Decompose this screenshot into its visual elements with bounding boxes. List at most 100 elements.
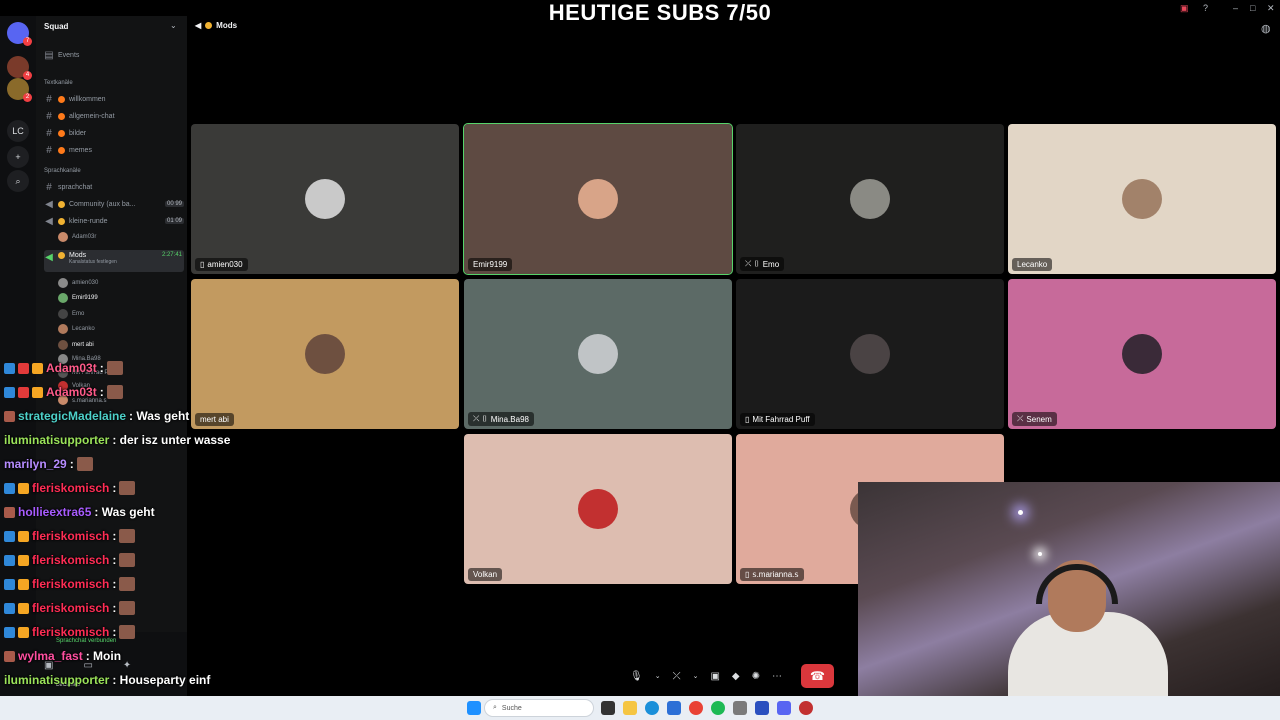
call-timer: 2:27:41	[161, 252, 182, 258]
channel-memes[interactable]: # memes	[44, 143, 184, 157]
voice-member[interactable]: amien030	[58, 277, 98, 289]
server-icon[interactable]: +	[7, 146, 29, 168]
voice-member[interactable]: Adam03r	[58, 231, 96, 243]
taskbar: ⌕ Suche	[0, 696, 1280, 720]
chat-text: :	[99, 361, 104, 375]
voice-channel[interactable]: ◀ Community (aux ba... 00 99	[44, 197, 184, 211]
inbox-icon[interactable]: ▣	[1180, 3, 1189, 14]
chat-icon[interactable]: ◍	[1261, 22, 1271, 35]
voice-member[interactable]: Lecanko	[58, 323, 95, 335]
avatar	[58, 309, 68, 319]
chat-message: fleriskomisch:	[4, 478, 136, 498]
taskbar-search[interactable]: ⌕ Suche	[484, 699, 594, 717]
participant-tile[interactable]: ⤫ ▯ Mina.Ba98	[464, 279, 732, 429]
participant-tile[interactable]: mert abi	[191, 279, 459, 429]
vpn-icon[interactable]	[755, 701, 769, 715]
chat-emote-icon	[119, 625, 136, 639]
more-icon[interactable]: ⋯	[772, 671, 782, 682]
chat-username: Adam03t	[46, 361, 97, 375]
server-icon[interactable]: 2	[7, 78, 32, 102]
server-icon[interactable]: LC	[7, 120, 29, 142]
chat-badge-icon	[18, 602, 29, 614]
participant-name: Mina.Ba98	[490, 414, 529, 424]
discord-icon[interactable]	[777, 701, 791, 715]
mention-badge: 4	[23, 71, 32, 80]
server-icon[interactable]: 7	[7, 22, 32, 46]
microphone-icon[interactable]: 🎙	[630, 671, 643, 682]
channel-mods[interactable]: ◀ Mods Kanalstatus festlegen 2:27:41	[44, 250, 184, 272]
avatar	[58, 278, 68, 288]
participant-avatar	[578, 334, 618, 374]
explorer-icon[interactable]	[623, 701, 637, 715]
activity-icon[interactable]: ◆	[732, 671, 740, 682]
participant-tile[interactable]: ▯ Mit Fahrrad Puff	[736, 279, 1004, 429]
edge-icon[interactable]	[645, 701, 659, 715]
screen-share-icon[interactable]: ▣	[710, 671, 719, 682]
hash-icon: #	[46, 181, 52, 193]
chat-text: :	[69, 457, 74, 471]
chrome-icon[interactable]	[689, 701, 703, 715]
participant-avatar	[305, 179, 345, 219]
obs-icon[interactable]	[799, 701, 813, 715]
participant-name-tag: ⤫ ▯ Emo	[740, 257, 785, 271]
chat-text: :	[112, 625, 117, 639]
camera-off-icon[interactable]: ⤫	[673, 671, 681, 682]
events-link[interactable]: ▤ Events	[44, 48, 184, 62]
maximize-icon[interactable]: □	[1250, 3, 1255, 13]
participant-name: amien030	[207, 260, 243, 269]
avatar	[58, 232, 68, 242]
task-view-icon[interactable]	[601, 701, 615, 715]
close-icon[interactable]: ✕	[1267, 3, 1275, 14]
mention-badge: 7	[23, 37, 32, 46]
participant-name-tag: ▯ ꜱ.marianna.ꜱ	[740, 568, 804, 581]
chat-text: :	[112, 577, 117, 591]
voice-category[interactable]: Sprachkanäle	[44, 168, 81, 174]
chat-badge-icon	[4, 362, 15, 374]
chevron-down-icon[interactable]: ⌄	[655, 672, 661, 680]
participant-tile[interactable]: Volkan	[464, 434, 732, 584]
channel-emoji	[58, 146, 65, 154]
help-icon[interactable]: ?	[1203, 3, 1208, 13]
channel-allgemein-chat[interactable]: # allgemein-chat	[44, 109, 184, 123]
server-name[interactable]: Squad	[44, 22, 68, 31]
server-icon[interactable]: ⌕	[7, 170, 29, 192]
text-category[interactable]: Textkanäle	[44, 80, 73, 86]
chat-badge-icon	[32, 386, 43, 398]
chat-badge-icon	[4, 410, 15, 422]
chevron-down-icon[interactable]: ⌄	[693, 672, 699, 680]
chat-username: fleriskomisch	[32, 625, 110, 639]
minimize-icon[interactable]: –	[1233, 3, 1238, 13]
soundboard-icon[interactable]: ✺	[752, 671, 760, 682]
voice-member[interactable]: Emo	[58, 308, 84, 320]
participant-name-tag: Emir9199	[468, 258, 513, 271]
windows-start-icon[interactable]	[467, 701, 481, 715]
chevron-down-icon[interactable]: ⌄	[170, 21, 177, 30]
member-name: Adam03r	[72, 234, 97, 240]
participant-tile[interactable]: Emir9199	[463, 123, 733, 275]
channel-willkommen[interactable]: # willkommen	[44, 92, 184, 106]
participant-tile[interactable]: Lecanko	[1008, 124, 1276, 274]
channel-bilder[interactable]: # bilder	[44, 126, 184, 140]
app-icon[interactable]	[733, 701, 747, 715]
participant-tile[interactable]: ⤫ Senem	[1008, 279, 1276, 429]
participant-tile[interactable]: ▯ amien030	[191, 124, 459, 274]
chat-text: :	[112, 601, 117, 615]
channel-emoji	[58, 129, 65, 137]
store-icon[interactable]	[667, 701, 681, 715]
chat-username: Adam03t	[46, 385, 97, 399]
voice-member[interactable]: mert abi	[58, 339, 94, 351]
chat-badge-icon	[4, 602, 15, 614]
server-rail: 7 4 2 LC + ⌕	[0, 16, 36, 696]
chat-text: :	[112, 481, 117, 495]
chat-badge-icon	[4, 650, 15, 662]
disconnect-button[interactable]: ☎	[801, 664, 834, 688]
participant-tile[interactable]: ⤫ ▯ Emo	[736, 124, 1004, 274]
participant-avatar	[578, 179, 618, 219]
voice-member[interactable]: Emir9199	[58, 292, 98, 304]
server-icon[interactable]: 4	[7, 56, 32, 80]
voice-channel[interactable]: ◀ kleine-runde 01 09	[44, 214, 184, 228]
member-name: amien030	[72, 280, 99, 286]
voice-channel[interactable]: # sprachchat	[44, 180, 184, 194]
chat-message: wylma_fast: Moin	[4, 646, 121, 666]
spotify-icon[interactable]	[711, 701, 725, 715]
